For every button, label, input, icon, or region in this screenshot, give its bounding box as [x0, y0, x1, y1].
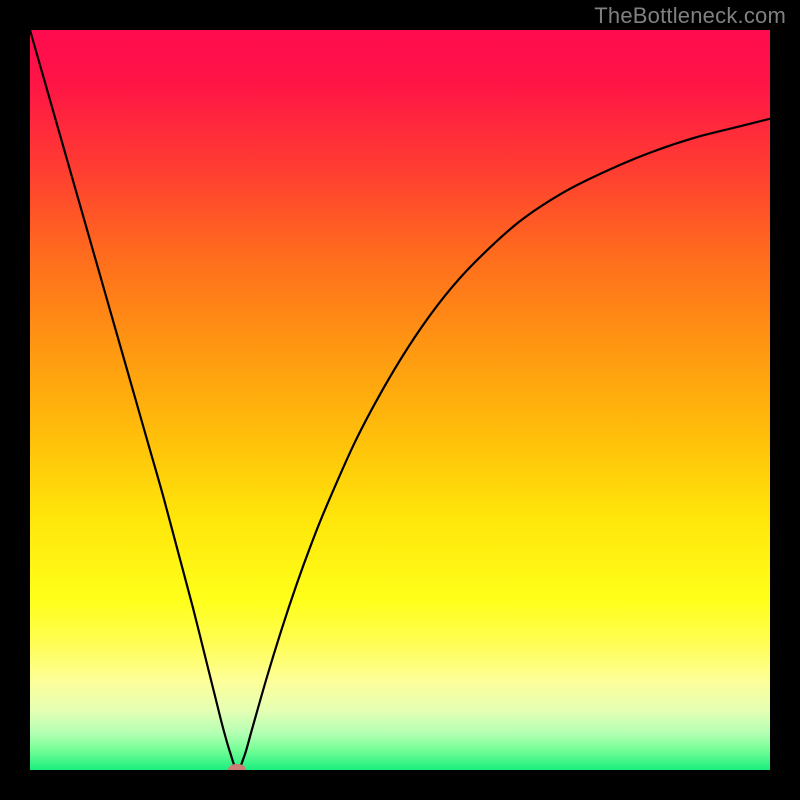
minimum-marker [228, 764, 246, 770]
watermark: TheBottleneck.com [594, 3, 786, 29]
chart-frame: TheBottleneck.com [0, 0, 800, 800]
bottleneck-curve [30, 30, 770, 770]
plot-area [30, 30, 770, 770]
